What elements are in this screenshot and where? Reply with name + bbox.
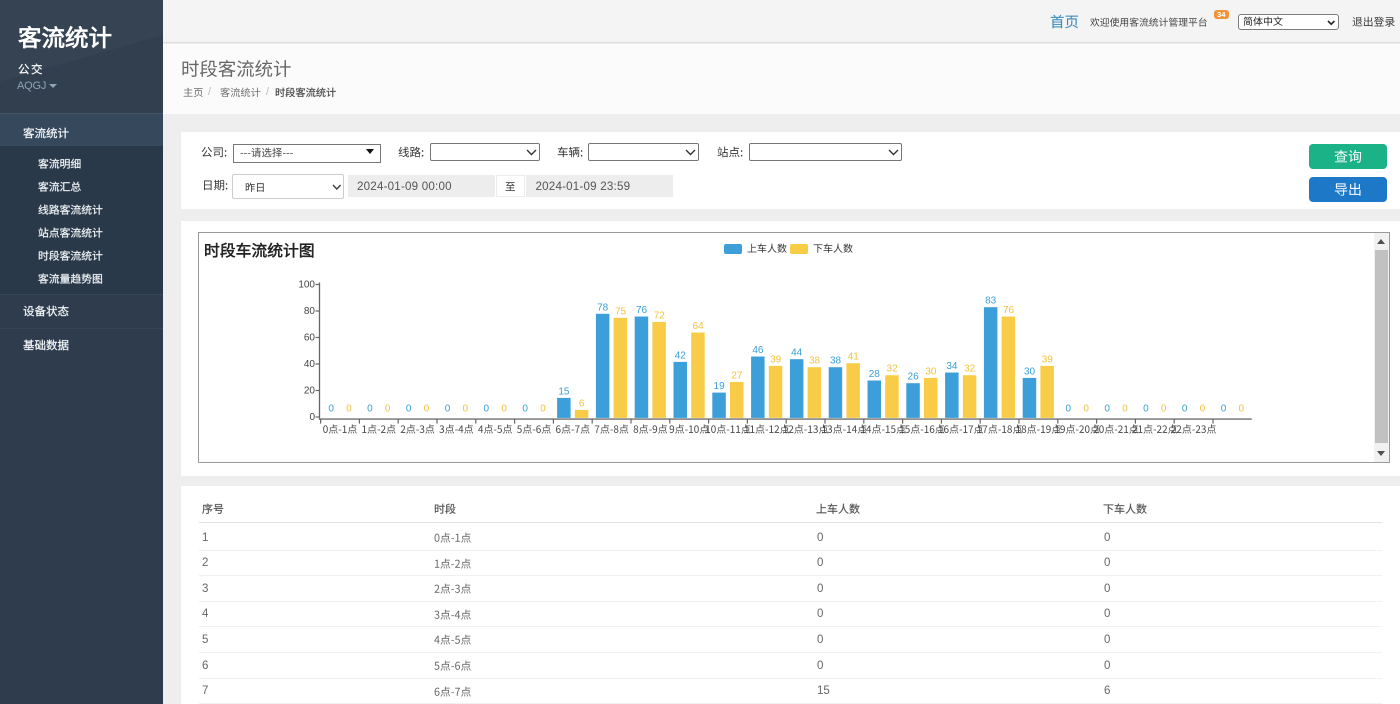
- svg-text:75: 75: [615, 306, 627, 317]
- svg-text:0: 0: [1200, 404, 1206, 415]
- svg-text:0: 0: [385, 404, 391, 415]
- svg-text:28: 28: [869, 369, 881, 380]
- svg-text:0: 0: [367, 404, 373, 415]
- svg-text:0: 0: [424, 404, 430, 415]
- svg-text:64: 64: [693, 321, 705, 332]
- svg-text:32: 32: [964, 364, 976, 375]
- svg-text:0: 0: [1143, 404, 1149, 415]
- svg-text:0: 0: [1066, 404, 1072, 415]
- svg-text:0: 0: [1161, 404, 1167, 415]
- svg-text:0: 0: [1122, 404, 1128, 415]
- svg-text:38: 38: [830, 356, 842, 367]
- svg-text:20: 20: [304, 386, 316, 397]
- svg-text:46: 46: [752, 345, 764, 356]
- svg-text:60: 60: [304, 333, 316, 344]
- svg-text:19: 19: [714, 381, 726, 392]
- svg-text:83: 83: [985, 296, 997, 307]
- svg-text:34: 34: [946, 361, 958, 372]
- svg-text:0: 0: [346, 404, 352, 415]
- svg-text:0: 0: [328, 404, 334, 415]
- svg-text:44: 44: [791, 348, 803, 359]
- svg-text:30: 30: [1024, 366, 1036, 377]
- svg-text:30: 30: [925, 366, 937, 377]
- svg-text:39: 39: [1042, 354, 1054, 365]
- svg-text:0: 0: [309, 412, 315, 423]
- svg-text:38: 38: [809, 356, 821, 367]
- svg-text:0: 0: [1239, 404, 1245, 415]
- svg-text:0: 0: [1182, 404, 1188, 415]
- svg-text:76: 76: [636, 305, 648, 316]
- svg-text:0: 0: [1083, 404, 1089, 415]
- svg-text:27: 27: [731, 370, 743, 381]
- svg-text:0: 0: [522, 404, 528, 415]
- svg-text:0: 0: [484, 404, 490, 415]
- svg-text:80: 80: [304, 306, 316, 317]
- svg-text:0: 0: [406, 404, 412, 415]
- svg-text:39: 39: [770, 354, 782, 365]
- svg-text:26: 26: [908, 372, 920, 383]
- svg-text:0: 0: [1221, 404, 1227, 415]
- svg-text:100: 100: [298, 280, 315, 291]
- svg-text:40: 40: [304, 359, 316, 370]
- svg-text:76: 76: [1003, 305, 1015, 316]
- svg-text:72: 72: [654, 310, 666, 321]
- svg-text:78: 78: [597, 302, 609, 313]
- svg-text:0: 0: [463, 404, 469, 415]
- svg-text:0: 0: [1104, 404, 1110, 415]
- svg-text:32: 32: [887, 364, 899, 375]
- svg-text:0: 0: [445, 404, 451, 415]
- svg-text:0: 0: [501, 404, 507, 415]
- svg-text:6: 6: [579, 398, 585, 409]
- svg-text:0: 0: [540, 404, 546, 415]
- svg-text:41: 41: [848, 352, 860, 363]
- svg-text:15: 15: [558, 386, 570, 397]
- svg-text:42: 42: [675, 350, 687, 361]
